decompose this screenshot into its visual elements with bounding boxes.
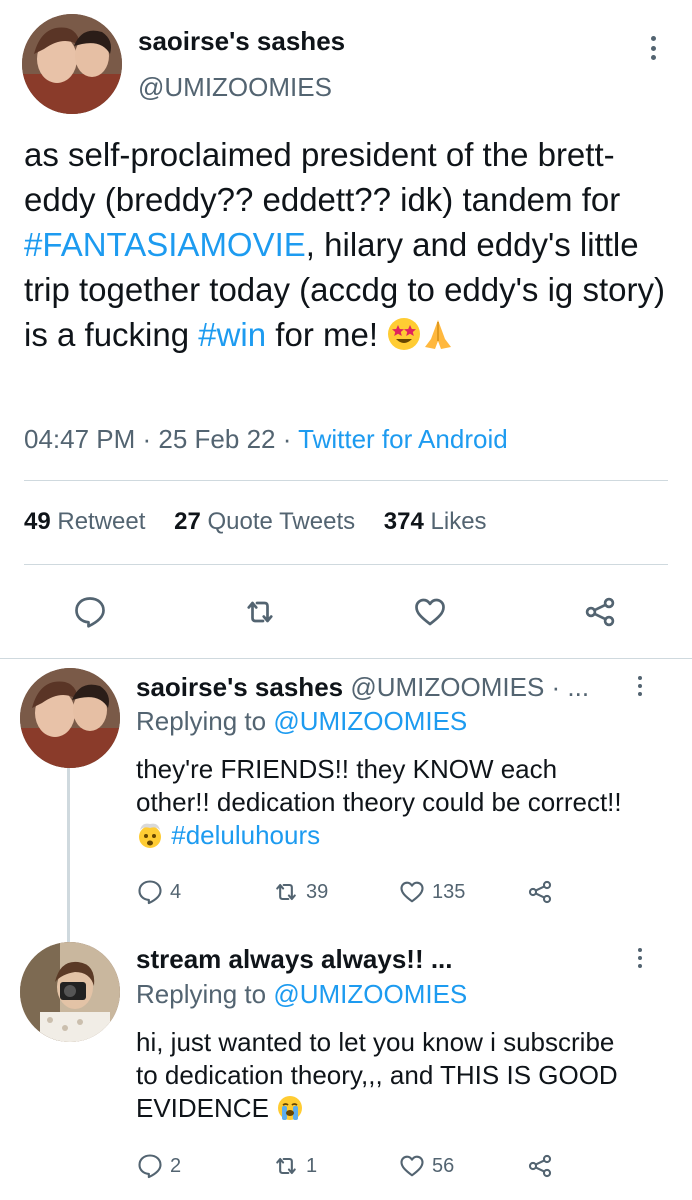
- more-options-icon[interactable]: [648, 36, 658, 60]
- retweet-button[interactable]: 1: [272, 1152, 317, 1180]
- folded-hands-emoji-icon: [421, 317, 455, 362]
- replying-to-label: Replying to: [136, 706, 274, 736]
- tweet-text-part-3: for me!: [266, 316, 378, 353]
- retweets-stat[interactable]: 49 Retweet: [24, 508, 145, 535]
- exploding-head-emoji-icon: [136, 821, 164, 857]
- main-author-handle[interactable]: @UMIZOOMIES: [138, 72, 332, 103]
- replying-to-label: Replying to: [136, 979, 274, 1009]
- tweet-date[interactable]: 25 Feb 22: [158, 424, 275, 454]
- reply-avatar[interactable]: [20, 942, 120, 1042]
- like-count: 135: [432, 880, 466, 903]
- divider: [24, 564, 668, 565]
- reply-author-name[interactable]: stream always always!! ...: [136, 944, 453, 974]
- meta-separator: ·: [275, 424, 299, 454]
- divider: [0, 658, 692, 659]
- reply-author-handle[interactable]: @UMIZOOMIES · ...: [343, 672, 589, 702]
- retweet-icon: [276, 1157, 296, 1175]
- retweet-button[interactable]: 39: [272, 878, 328, 906]
- replying-to-line: Replying to @UMIZOOMIES: [136, 706, 467, 737]
- heart-icon: [415, 598, 445, 626]
- retweet-icon: [247, 601, 273, 623]
- like-button[interactable]: [410, 592, 450, 632]
- main-author-name[interactable]: saoirse's sashes: [138, 26, 345, 57]
- hashtag-link[interactable]: #deluluhours: [171, 820, 320, 850]
- reply-header[interactable]: stream always always!! ...: [136, 944, 453, 975]
- tweet-meta: 04:47 PM · 25 Feb 22 · Twitter for Andro…: [24, 424, 508, 455]
- share-button[interactable]: [526, 878, 554, 906]
- tweet-text: as self-proclaimed president of the bret…: [24, 132, 674, 362]
- retweet-count: 39: [306, 880, 329, 903]
- reply-text: they're FRIENDS!! they KNOW each other!!…: [136, 753, 636, 857]
- likes-stat[interactable]: 374 Likes: [384, 508, 487, 535]
- retweet-icon: [276, 883, 296, 901]
- share-icon: [585, 597, 615, 627]
- hashtag-link[interactable]: #FANTASIAMOVIE: [24, 226, 306, 263]
- reply-count: 4: [170, 880, 182, 903]
- replying-to-handle[interactable]: @UMIZOOMIES: [273, 706, 467, 736]
- star-struck-emoji-icon: [387, 317, 421, 362]
- share-icon: [528, 1154, 552, 1178]
- quote-tweets-stat[interactable]: 27 Quote Tweets: [174, 508, 355, 535]
- reply-count: 2: [170, 1154, 182, 1177]
- loudly-crying-emoji-icon: [276, 1094, 304, 1130]
- reply-avatar[interactable]: [20, 668, 120, 768]
- replying-to-handle[interactable]: @UMIZOOMIES: [273, 979, 467, 1009]
- meta-separator: ·: [135, 424, 159, 454]
- divider: [24, 480, 668, 481]
- thread-line: [67, 768, 70, 944]
- reply-button[interactable]: 2: [136, 1152, 181, 1180]
- tweet-source-link[interactable]: Twitter for Android: [298, 424, 508, 454]
- like-button[interactable]: 56: [398, 1152, 454, 1180]
- reply-icon: [75, 597, 105, 628]
- replying-to-line: Replying to @UMIZOOMIES: [136, 979, 467, 1010]
- retweet-button[interactable]: [240, 592, 280, 632]
- like-button[interactable]: 135: [398, 878, 465, 906]
- share-icon: [528, 880, 552, 904]
- heart-icon: [400, 881, 424, 903]
- reply-icon: [138, 1154, 162, 1179]
- like-count: 56: [432, 1154, 455, 1177]
- hashtag-link[interactable]: #win: [198, 316, 266, 353]
- share-button[interactable]: [580, 592, 620, 632]
- reply-text: hi, just wanted to let you know i subscr…: [136, 1026, 626, 1130]
- tweet-text-part-1: as self-proclaimed president of the bret…: [24, 136, 621, 218]
- heart-icon: [400, 1155, 424, 1177]
- reply-button[interactable]: [70, 592, 110, 632]
- share-button[interactable]: [526, 1152, 554, 1180]
- retweet-count: 1: [306, 1154, 318, 1177]
- main-avatar[interactable]: [22, 14, 122, 114]
- reply-header[interactable]: saoirse's sashes @UMIZOOMIES · ...: [136, 672, 589, 703]
- tweet-stats: 49 Retweet 27 Quote Tweets 374 Likes: [24, 508, 509, 536]
- reply-button[interactable]: 4: [136, 878, 181, 906]
- reply-icon: [138, 880, 162, 905]
- reply-author-name[interactable]: saoirse's sashes: [136, 672, 343, 702]
- more-options-icon[interactable]: [636, 676, 644, 696]
- tweet-time[interactable]: 04:47 PM: [24, 424, 135, 454]
- more-options-icon[interactable]: [636, 948, 644, 968]
